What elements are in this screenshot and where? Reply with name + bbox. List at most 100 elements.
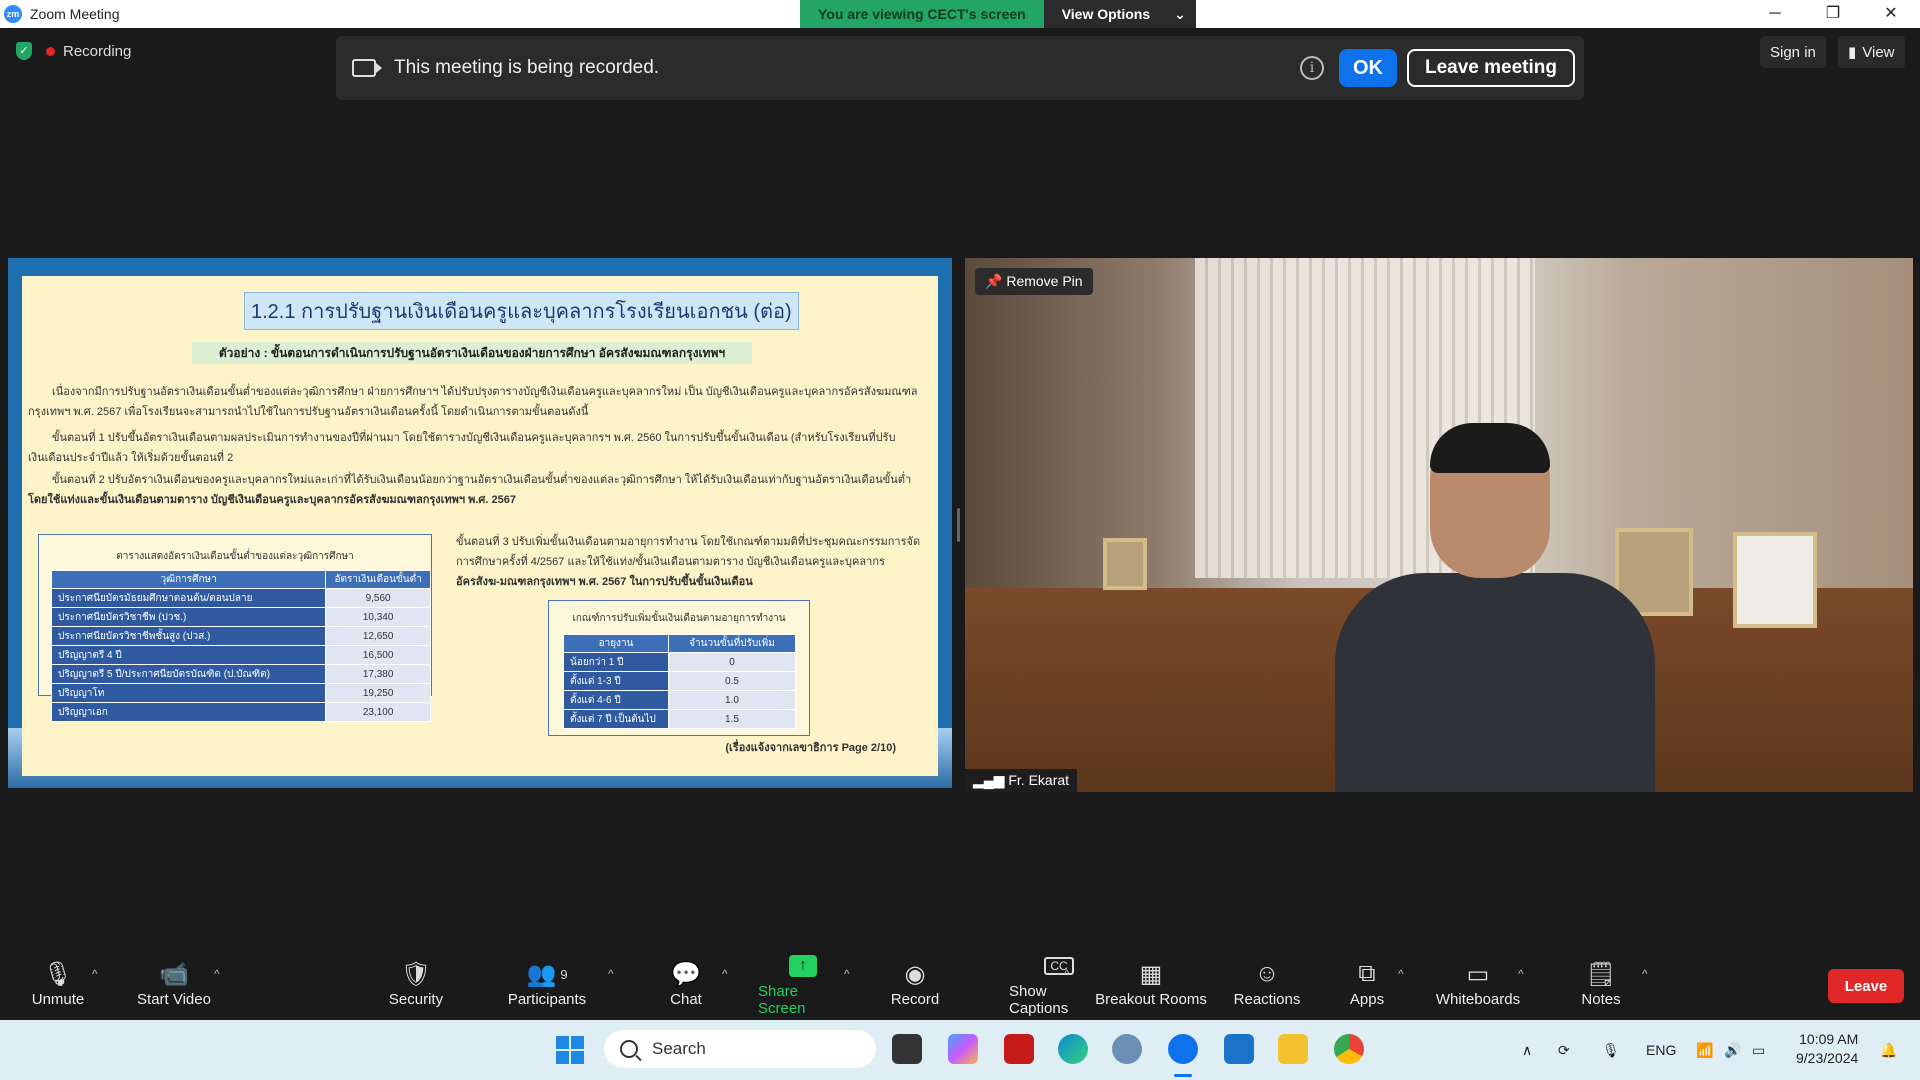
table-cell: 9,560 <box>325 588 431 608</box>
table-cell: 0 <box>668 652 796 672</box>
info-icon[interactable]: i <box>1300 56 1324 80</box>
acrobat-icon[interactable] <box>1004 1034 1034 1064</box>
reactions-button[interactable]: ☺ Reactions <box>1232 945 1302 1020</box>
copilot-icon[interactable] <box>948 1034 978 1064</box>
unmute-button[interactable]: 🎙 Unmute <box>28 945 88 1020</box>
battery-icon[interactable]: ▭ <box>1752 1020 1765 1080</box>
edge-icon[interactable] <box>1058 1034 1088 1064</box>
leave-meeting-button[interactable]: Leave meeting <box>1407 49 1575 87</box>
window-controls: ─ ❐ ✕ <box>1746 0 1920 28</box>
notifications-icon[interactable]: 🔔 <box>1880 1020 1897 1080</box>
audio-options-caret-icon[interactable]: ^ <box>92 967 98 981</box>
table-row: ตั้งแต่ 1-3 ปี 0.5 <box>563 671 796 691</box>
share-caret-icon[interactable]: ^ <box>844 967 850 981</box>
splitter-handle[interactable] <box>957 508 960 542</box>
table-cell: ประกาศนียบัตรมัธยมศึกษาตอนต้น/ตอนปลาย <box>50 588 327 608</box>
reactions-smiley-icon: ☺ <box>1254 960 1280 987</box>
apps-button[interactable]: ⧉ Apps <box>1346 945 1388 1020</box>
table-cell: ปริญญาโท <box>50 683 327 703</box>
video-off-icon: 📹 <box>159 960 189 988</box>
recording-indicator[interactable]: Recording <box>46 43 131 60</box>
remove-pin-button[interactable]: 📌 Remove Pin <box>975 268 1093 295</box>
table-cell: ตั้งแต่ 4-6 ปี <box>563 690 669 710</box>
person-body <box>1335 573 1655 792</box>
shared-screen: 1.2.1 การปรับฐานเงินเดือนครูและบุคลากรโร… <box>8 258 952 788</box>
participant-person <box>1335 423 1655 792</box>
participants-button[interactable]: 👥 9 Participants <box>506 945 588 1020</box>
whiteboards-caret-icon[interactable]: ^ <box>1518 967 1524 981</box>
microphone-tray-icon[interactable]: 🎙 <box>1602 1020 1620 1080</box>
recording-notice-message: This meeting is being recorded. <box>394 57 660 78</box>
close-icon[interactable]: ✕ <box>1862 0 1920 28</box>
volume-icon[interactable]: 🔊 <box>1724 1020 1741 1080</box>
security-button[interactable]: 🛡 Security <box>383 945 449 1020</box>
share-screen-label: Share Screen <box>758 982 806 1017</box>
taskbar-search[interactable]: Search <box>604 1030 876 1068</box>
share-screen-button[interactable]: ↑ Share Screen <box>758 945 848 1020</box>
whiteboards-button[interactable]: ▭ Whiteboards <box>1434 945 1522 1020</box>
chat-caret-icon[interactable]: ^ <box>722 967 728 981</box>
search-placeholder: Search <box>652 1039 706 1058</box>
table-cell: 19,250 <box>325 683 431 703</box>
leave-button[interactable]: Leave <box>1828 969 1904 1003</box>
person-hair <box>1430 423 1550 473</box>
task-view-icon[interactable] <box>892 1034 922 1064</box>
start-video-button[interactable]: 📹 Start Video <box>134 945 214 1020</box>
table-row: ประกาศนียบัตรวิชาชีพ (ปวช.) 10,340 <box>50 607 431 627</box>
table-cell: 17,380 <box>325 664 431 684</box>
table-row: ประกาศนียบัตรวิชาชีพชั้นสูง (ปวส.) 12,650 <box>50 626 431 646</box>
table-cell: 16,500 <box>325 645 431 665</box>
table-caption: ตารางแสดงอัตราเงินเดือนขั้นต่ำของแต่ละวุ… <box>116 551 354 562</box>
recording-dot-icon <box>46 46 55 56</box>
table-cell: ประกาศนียบัตรวิชาชีพชั้นสูง (ปวส.) <box>50 626 327 646</box>
record-icon: ◉ <box>904 960 926 988</box>
language-indicator[interactable]: ENG <box>1646 1020 1676 1080</box>
slide-step-1: ขั้นตอนที่ 1 ปรับขึ้นอัตราเงินเดือนตามผล… <box>52 432 896 444</box>
slide-step-2-cont: โดยใช้แท่งและขั้นเงินเดือนตามตาราง บัญชี… <box>28 494 516 506</box>
view-options-button[interactable]: View Options ⌄ <box>1043 0 1196 28</box>
encryption-shield-icon[interactable]: ✓ <box>16 42 32 60</box>
apps-caret-icon[interactable]: ^ <box>1398 967 1404 981</box>
zoom-taskbar-icon[interactable] <box>1168 1034 1198 1064</box>
chat-button[interactable]: 💬 Chat <box>665 945 707 1020</box>
notes-caret-icon[interactable]: ^ <box>1642 967 1648 981</box>
app-globe-icon[interactable] <box>1112 1034 1142 1064</box>
security-label: Security <box>388 991 444 1008</box>
meeting-status: ✓ Recording <box>16 42 131 60</box>
ok-button[interactable]: OK <box>1339 49 1397 87</box>
chrome-icon[interactable] <box>1334 1034 1364 1064</box>
participants-caret-icon[interactable]: ^ <box>608 967 614 981</box>
wifi-icon[interactable]: 📶 <box>1696 1020 1713 1080</box>
pin-icon: 📌 <box>985 273 1003 289</box>
participant-video-tile[interactable]: 📌 Remove Pin ▂▄▆ Fr. Ekarat <box>965 258 1913 792</box>
record-button[interactable]: ◉ Record <box>888 945 942 1020</box>
view-button[interactable]: ▮ View <box>1838 36 1905 68</box>
sign-in-button[interactable]: Sign in <box>1760 36 1826 68</box>
table-cell: 23,100 <box>325 702 431 722</box>
video-options-caret-icon[interactable]: ^ <box>214 967 220 981</box>
notes-button[interactable]: 🗒 Notes <box>1578 945 1624 1020</box>
table-cell: ปริญญาตรี 4 ปี <box>50 645 327 665</box>
tray-overflow-chevron-icon[interactable]: ∧ <box>1522 1020 1532 1080</box>
system-clock[interactable]: 10:09 AM 9/23/2024 <box>1796 1030 1858 1068</box>
breakout-rooms-button[interactable]: ▦ Breakout Rooms <box>1093 945 1209 1020</box>
windows-start-icon[interactable] <box>556 1036 584 1064</box>
captions-caret-icon[interactable]: ^ <box>1064 967 1070 981</box>
recording-label: Recording <box>63 42 132 60</box>
slide-paragraph: กรุงเทพฯ พ.ศ. 2567 เพื่อโรงเรียนจะสามารถ… <box>28 406 589 418</box>
table-cell: 0.5 <box>668 671 796 691</box>
minimize-icon[interactable]: ─ <box>1746 0 1804 28</box>
table-row: ปริญญาเอก 23,100 <box>50 702 431 722</box>
remove-pin-label: Remove Pin <box>1006 273 1083 289</box>
file-explorer-icon[interactable] <box>1278 1034 1308 1064</box>
participants-label: Participants <box>507 991 587 1008</box>
slide-step-3-cont: การศึกษาครั้งที่ 4/2567 และให้ใช้แท่ง/ขั… <box>456 556 885 568</box>
table-cell: น้อยกว่า 1 ปี <box>563 652 669 672</box>
table-row: ปริญญาโท 19,250 <box>50 683 431 703</box>
table-row: น้อยกว่า 1 ปี 0 <box>563 652 796 672</box>
restore-icon[interactable]: ❐ <box>1804 0 1862 28</box>
table-row: ประกาศนียบัตรมัธยมศึกษาตอนต้น/ตอนปลาย 9,5… <box>50 588 431 608</box>
sync-icon[interactable]: ⟳ <box>1558 1020 1570 1080</box>
whiteboard-icon: ▭ <box>1466 960 1490 988</box>
mail-icon[interactable] <box>1224 1034 1254 1064</box>
